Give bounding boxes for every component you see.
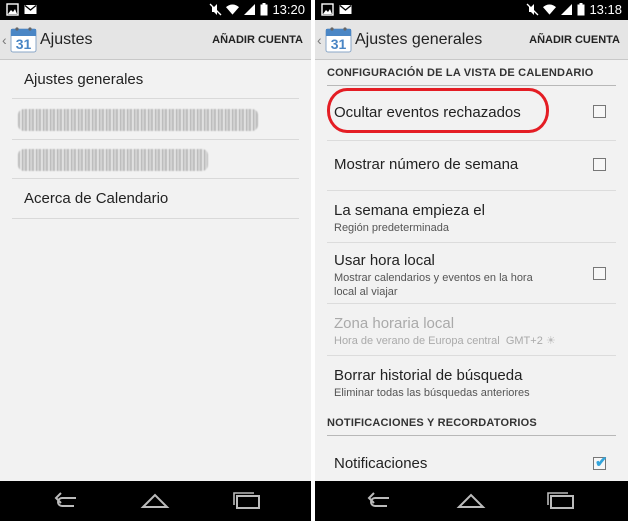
page-title: Ajustes generales <box>355 31 483 48</box>
wifi-icon <box>543 4 557 15</box>
add-account-button[interactable]: AÑADIR CUENTA <box>212 34 303 46</box>
action-bar: ‹ 31 Ajustes AÑADIR CUENTA <box>0 20 311 60</box>
section-header-notifications: NOTIFICACIONES Y RECORDATORIOS <box>327 417 537 429</box>
image-icon <box>6 3 19 16</box>
section-divider <box>327 435 616 436</box>
navigation-bar <box>315 481 628 521</box>
list-item-account-redacted[interactable] <box>12 99 299 140</box>
status-bar: 13:20 <box>0 0 311 20</box>
action-bar: ‹ 31 Ajustes generales AÑADIR CUENTA <box>315 20 628 60</box>
general-settings-list: CONFIGURACIÓN DE LA VISTA DE CALENDARIO … <box>315 61 628 481</box>
section-header-calendar-view: CONFIGURACIÓN DE LA VISTA DE CALENDARIO <box>327 67 594 79</box>
list-item-label: Ajustes generales <box>24 71 144 88</box>
add-account-button[interactable]: AÑADIR CUENTA <box>529 34 620 46</box>
gmail-icon <box>339 4 352 14</box>
setting-title: Borrar historial de búsqueda <box>334 367 523 384</box>
setting-title: Usar hora local <box>334 252 435 269</box>
section-divider <box>327 85 616 86</box>
nav-home-icon[interactable] <box>140 492 170 510</box>
timezone-text: Hora de verano de Europa central GMT+2 <box>334 335 543 347</box>
clock: 13:20 <box>272 2 305 17</box>
list-item-about-calendar[interactable]: Acerca de Calendario <box>12 179 299 219</box>
setting-title: Zona horaria local <box>334 315 455 332</box>
sun-icon: ☀ <box>545 335 556 347</box>
row-divider <box>327 190 616 191</box>
settings-list: Ajustes generales Acerca de Calendario <box>0 61 311 481</box>
page-title: Ajustes <box>40 31 93 48</box>
settings-screen: 13:20 ‹ 31 Ajustes AÑADIR CUENTA Ajustes… <box>0 0 311 521</box>
screenshot-pair: 13:20 ‹ 31 Ajustes AÑADIR CUENTA Ajustes… <box>0 0 628 521</box>
signal-icon <box>561 4 573 15</box>
back-caret-icon[interactable]: ‹ <box>317 32 322 48</box>
setting-title: Notificaciones <box>334 455 428 472</box>
nav-recents-icon[interactable] <box>546 492 576 510</box>
use-local-time-checkbox[interactable] <box>593 267 606 280</box>
image-icon <box>321 3 334 16</box>
navigation-bar <box>0 481 311 521</box>
setting-title: La semana empieza el <box>334 202 485 219</box>
row-divider <box>327 242 616 243</box>
red-highlight-annotation <box>327 88 549 133</box>
notifications-checkbox[interactable]: ✔ <box>593 454 608 471</box>
gmail-icon <box>24 4 37 14</box>
nav-recents-icon[interactable] <box>232 492 262 510</box>
nav-back-icon[interactable] <box>52 492 82 510</box>
clock: 13:18 <box>589 2 622 17</box>
redacted-account-scribble <box>18 109 258 131</box>
row-divider <box>327 355 616 356</box>
setting-summary: Eliminar todas las búsquedas anteriores <box>334 387 530 399</box>
nav-home-icon[interactable] <box>456 492 486 510</box>
status-bar: 13:18 <box>315 0 628 20</box>
wifi-icon <box>226 4 240 15</box>
calendar-icon[interactable]: 31 <box>10 26 37 53</box>
battery-icon <box>260 3 268 16</box>
mute-icon <box>526 3 539 16</box>
battery-icon <box>577 3 585 16</box>
general-settings-screen: 13:18 ‹ 31 Ajustes generales AÑADIR CUEN… <box>315 0 628 521</box>
checkmark-icon: ✔ <box>595 454 608 471</box>
row-divider <box>327 303 616 304</box>
setting-summary: Hora de verano de Europa central GMT+2 ☀ <box>334 334 556 348</box>
row-divider <box>327 140 616 141</box>
list-item-general-settings[interactable]: Ajustes generales <box>12 61 299 99</box>
list-item-account-redacted[interactable] <box>12 140 299 179</box>
week-number-checkbox[interactable] <box>593 158 606 171</box>
signal-icon <box>244 4 256 15</box>
calendar-day-number: 31 <box>331 36 347 52</box>
setting-summary: Mostrar calendarios y eventos en la hora… <box>334 272 533 298</box>
setting-title: Mostrar número de semana <box>334 156 519 173</box>
calendar-day-number: 31 <box>16 36 32 52</box>
setting-summary: Región predeterminada <box>334 222 449 234</box>
mute-icon <box>209 3 222 16</box>
nav-back-icon[interactable] <box>365 492 395 510</box>
list-item-label: Acerca de Calendario <box>24 190 169 207</box>
hide-declined-checkbox[interactable] <box>593 105 606 118</box>
redacted-account-scribble <box>18 149 208 171</box>
back-caret-icon[interactable]: ‹ <box>2 32 7 48</box>
calendar-icon[interactable]: 31 <box>325 26 352 53</box>
